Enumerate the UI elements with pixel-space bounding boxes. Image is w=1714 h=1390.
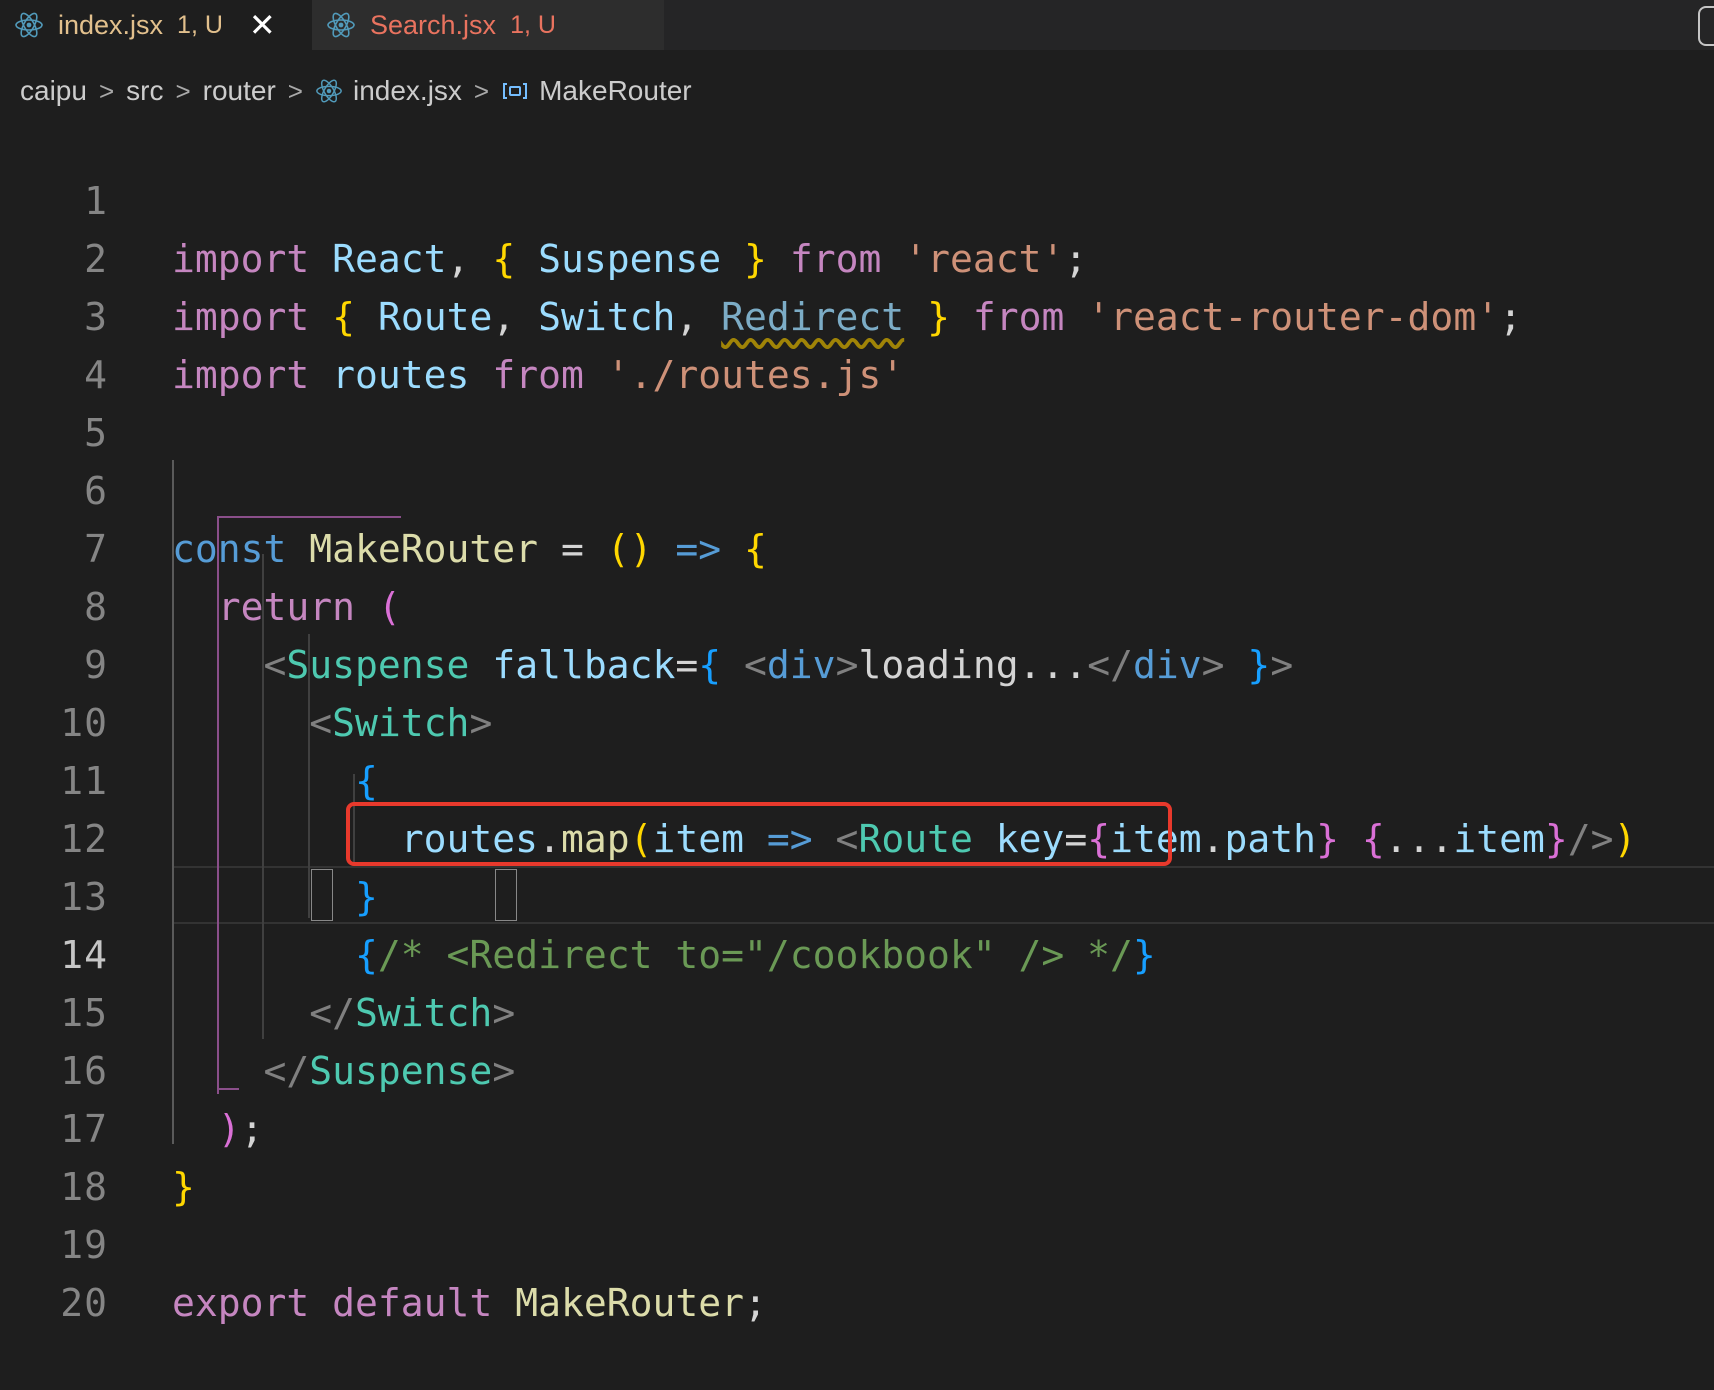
split-editor-icon[interactable] <box>1698 6 1714 46</box>
code-line: 11 routes.map(item => <Route key={item.p… <box>0 694 1714 861</box>
chevron-right-icon: > <box>175 75 191 106</box>
breadcrumb-item-router[interactable]: router <box>203 75 276 107</box>
code-line: 18 <box>0 1100 1714 1209</box>
chevron-right-icon: > <box>98 75 115 106</box>
code-line: 10 { <box>0 636 1714 803</box>
breadcrumb-item-file[interactable]: index.jsx <box>353 75 462 107</box>
tab-index-jsx[interactable]: index.jsx 1, U ✕ <box>0 0 312 50</box>
code-line: 15 </Suspense> <box>0 926 1714 1093</box>
code-line: 4 <box>0 288 1714 397</box>
code-line: 14 </Switch> <box>0 868 1714 1035</box>
breadcrumb: caipu > src > router > index.jsx > MakeR… <box>20 66 692 116</box>
code-line: 7 return ( <box>0 462 1714 629</box>
code-line: 3 import routes from './routes.js' <box>0 230 1714 397</box>
annotation-highlight-box <box>346 802 1172 866</box>
breadcrumb-item-symbol[interactable]: MakeRouter <box>539 75 692 107</box>
code-line: 17 } <box>0 1042 1714 1209</box>
react-icon <box>326 10 356 40</box>
code-editor[interactable]: 1 import React, { Suspense } from 'react… <box>0 114 1714 1325</box>
tab-label: index.jsx <box>58 9 164 40</box>
react-icon <box>315 77 343 105</box>
react-icon <box>14 10 44 40</box>
symbol-variable-icon <box>501 77 529 105</box>
code-line: 9 <Switch> <box>0 578 1714 745</box>
chevron-right-icon: > <box>287 75 303 106</box>
tab-search-jsx[interactable]: Search.jsx 1, U <box>312 0 664 50</box>
code-line: 20 <box>0 1216 1714 1325</box>
close-icon[interactable]: ✕ <box>249 9 276 41</box>
tab-status: 1, U <box>510 10 556 39</box>
tab-status: 1, U <box>177 10 223 39</box>
code-line: 5 <box>0 346 1714 455</box>
code-line: 2 import { Route, Switch, Redirect } fro… <box>0 172 1714 339</box>
code-line: 8 <Suspense fallback={ <div>loading...</… <box>0 520 1714 687</box>
breadcrumb-item-src[interactable]: src <box>126 75 163 107</box>
code-line: 16 ); <box>0 984 1714 1151</box>
chevron-right-icon: > <box>473 75 490 106</box>
tab-label: Search.jsx <box>370 9 497 40</box>
breadcrumb-item-caipu[interactable]: caipu <box>20 75 87 107</box>
line-number: 20 <box>60 1281 108 1325</box>
code-line: 19 export default MakeRouter; <box>0 1158 1714 1325</box>
code-line: 1 import React, { Suspense } from 'react… <box>0 114 1714 281</box>
line-content: export default MakeRouter; <box>172 1281 767 1325</box>
code-line: 6 const MakeRouter = () => { <box>0 404 1714 571</box>
tab-bar: index.jsx 1, U ✕ Search.jsx 1, U <box>0 0 1714 50</box>
